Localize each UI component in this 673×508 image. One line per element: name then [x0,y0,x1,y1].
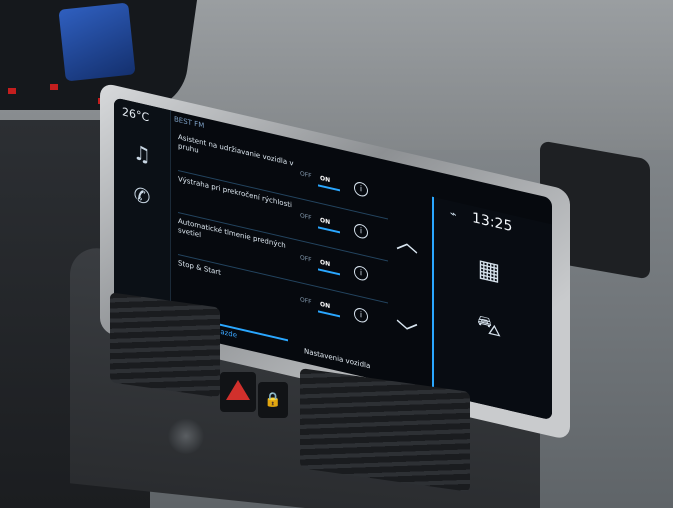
toggle-on-label: ON [320,174,331,185]
right-panel: ⌁ 13:25 ▦ ⛍ [432,196,552,421]
info-icon[interactable]: i [354,264,368,282]
toggle-off-label: OFF [300,170,312,180]
phone-icon[interactable]: ✆ [122,173,162,218]
toggle-on-label: ON [320,300,331,311]
hazard-button[interactable] [220,372,256,412]
temperature-readout: 26°C [122,105,150,125]
setting-toggle[interactable]: OFF ON [300,212,344,234]
warning-light [8,88,16,94]
car-interior-scene: ⌂ ⏏ 26°C ♫ ✆ BEST FM Asistent na udržiav… [0,0,673,508]
radio-station: BEST FM [174,115,205,131]
connectivity-icon: ⌁ [450,206,457,222]
setting-toggle[interactable]: OFF ON [300,170,344,192]
toggle-off-label: OFF [300,296,312,306]
toggle-indicator [318,310,340,318]
info-icon[interactable]: i [354,222,368,240]
setting-toggle[interactable]: OFF ON [300,254,344,276]
left-air-vent [110,292,220,398]
toggle-indicator [318,184,340,192]
info-icon[interactable]: i [354,180,368,198]
door-lock-button[interactable]: 🔒 [258,382,288,418]
chevron-up-icon[interactable]: ︿ [396,222,418,259]
climate-dial[interactable] [168,418,204,454]
info-icon[interactable]: i [354,306,368,324]
chevron-down-icon[interactable]: ﹀ [396,312,418,349]
hazard-triangle-icon [226,380,250,400]
toggle-on-label: ON [320,258,331,269]
setting-toggle[interactable]: OFF ON [300,296,344,318]
warning-light [50,84,58,90]
instrument-cluster-screen [58,2,136,82]
toggle-off-label: OFF [300,212,312,222]
car-icon[interactable]: ⛍ [464,300,514,352]
toggle-off-label: OFF [300,254,312,264]
toggle-on-label: ON [320,216,331,227]
toggle-indicator [318,226,340,234]
scroll-controls: ︿ ﹀ [392,221,426,379]
apps-grid-icon[interactable]: ▦ [464,244,514,296]
toggle-indicator [318,268,340,276]
clock: 13:25 [472,209,513,236]
music-note-icon[interactable]: ♫ [122,131,162,176]
